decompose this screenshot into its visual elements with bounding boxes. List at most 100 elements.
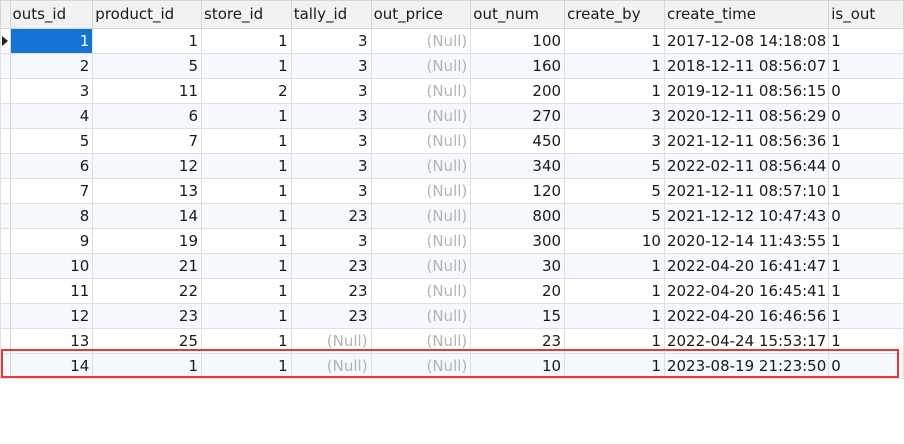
table-cell[interactable]: 2018-12-11 08:56:07 <box>663 53 830 79</box>
table-cell[interactable]: 1 <box>828 328 904 354</box>
table-row[interactable]: 5 7 1 3 (Null) 450 3 2021-12-11 08:56:36 1 <box>0 128 904 154</box>
table-cell[interactable]: 11 <box>9 278 94 304</box>
table-cell[interactable]: 10 <box>9 253 94 279</box>
table-cell[interactable]: 1 <box>201 178 292 204</box>
table-cell[interactable]: 2022-04-20 16:41:47 <box>663 253 830 279</box>
table-cell[interactable]: 160 <box>470 53 566 79</box>
table-cell[interactable]: 1 <box>9 28 94 54</box>
column-header[interactable]: product_id <box>92 0 203 29</box>
table-cell[interactable]: 23 <box>470 328 566 354</box>
table-cell[interactable]: 2 <box>9 53 94 79</box>
table-cell[interactable]: 1 <box>828 128 904 154</box>
table-cell[interactable]: 2 <box>201 78 292 104</box>
table-cell[interactable]: 1 <box>828 28 904 54</box>
table-cell[interactable]: 9 <box>9 228 94 254</box>
row-header[interactable] <box>0 53 11 79</box>
table-row[interactable]: 13 25 1 (Null) (Null) 23 1 2022-04-24 15:53:17 1 <box>0 328 904 354</box>
table-cell[interactable]: 3 <box>290 228 372 254</box>
table-cell[interactable]: 3 <box>9 78 94 104</box>
table-row[interactable]: 1 1 1 3 (Null) 100 1 2017-12-08 14:18:08 1 <box>0 28 904 54</box>
table-cell[interactable]: (Null) <box>370 328 472 354</box>
table-cell[interactable]: 2021-12-11 08:57:10 <box>663 178 830 204</box>
table-cell[interactable]: 2021-12-11 08:56:36 <box>663 128 830 154</box>
table-cell[interactable]: 3 <box>564 103 665 129</box>
table-cell[interactable]: 1 <box>201 53 292 79</box>
table-cell[interactable]: (Null) <box>370 353 472 379</box>
table-cell[interactable]: 1 <box>201 328 292 354</box>
row-header[interactable] <box>0 253 11 279</box>
row-header[interactable] <box>0 153 11 179</box>
table-cell[interactable]: 5 <box>564 153 665 179</box>
table-row[interactable]: 14 1 1 (Null) (Null) 10 1 2023-08-19 21:23:50 0 <box>0 353 904 379</box>
table-cell[interactable]: 2017-12-08 14:18:08 <box>663 28 830 54</box>
table-row[interactable]: 2 5 1 3 (Null) 160 1 2018-12-11 08:56:07 1 <box>0 53 904 79</box>
table-row[interactable]: 12 23 1 23 (Null) 15 1 2022-04-20 16:46:56 1 <box>0 303 904 329</box>
row-header[interactable] <box>0 353 11 379</box>
table-cell[interactable]: 1 <box>828 253 904 279</box>
table-cell[interactable]: 1 <box>201 153 292 179</box>
row-header[interactable] <box>0 28 11 54</box>
table-cell[interactable]: 3 <box>290 153 372 179</box>
table-cell[interactable]: 2021-12-12 10:47:43 <box>663 203 830 229</box>
table-cell[interactable]: 1 <box>201 128 292 154</box>
table-cell[interactable]: 10 <box>564 228 665 254</box>
table-cell[interactable]: 340 <box>470 153 566 179</box>
table-cell[interactable]: 13 <box>92 178 203 204</box>
table-cell[interactable]: 1 <box>828 278 904 304</box>
table-cell[interactable]: 3 <box>290 53 372 79</box>
table-cell[interactable]: 15 <box>470 303 566 329</box>
row-header[interactable] <box>0 303 11 329</box>
table-cell[interactable]: 1 <box>828 228 904 254</box>
table-cell[interactable]: 1 <box>201 278 292 304</box>
table-cell[interactable]: 1 <box>564 253 665 279</box>
table-row[interactable]: 10 21 1 23 (Null) 30 1 2022-04-20 16:41:47 1 <box>0 253 904 279</box>
table-cell[interactable]: (Null) <box>370 178 472 204</box>
table-cell[interactable]: 0 <box>828 153 904 179</box>
table-cell[interactable]: 1 <box>92 353 203 379</box>
table-cell[interactable]: (Null) <box>370 103 472 129</box>
table-cell[interactable]: (Null) <box>370 303 472 329</box>
table-cell[interactable]: 2019-12-11 08:56:15 <box>663 78 830 104</box>
table-cell[interactable]: 5 <box>564 203 665 229</box>
table-cell[interactable]: 1 <box>201 253 292 279</box>
table-cell[interactable]: 270 <box>470 103 566 129</box>
table-cell[interactable]: 6 <box>92 103 203 129</box>
table-cell[interactable]: 0 <box>828 78 904 104</box>
table-cell[interactable]: 2022-02-11 08:56:44 <box>663 153 830 179</box>
table-cell[interactable]: 1 <box>201 203 292 229</box>
table-cell[interactable]: 0 <box>828 203 904 229</box>
row-header[interactable] <box>0 328 11 354</box>
table-cell[interactable]: 23 <box>92 303 203 329</box>
table-cell[interactable]: 21 <box>92 253 203 279</box>
column-header[interactable]: outs_id <box>9 0 94 29</box>
table-cell[interactable]: 1 <box>92 28 203 54</box>
table-cell[interactable]: (Null) <box>370 53 472 79</box>
table-cell[interactable]: 2022-04-20 16:46:56 <box>663 303 830 329</box>
table-cell[interactable]: 0 <box>828 103 904 129</box>
table-cell[interactable]: 0 <box>828 353 904 379</box>
table-cell[interactable]: (Null) <box>370 278 472 304</box>
table-row[interactable]: 11 22 1 23 (Null) 20 1 2022-04-20 16:45:41 1 <box>0 278 904 304</box>
table-cell[interactable]: 23 <box>290 278 372 304</box>
row-header[interactable] <box>0 203 11 229</box>
table-cell[interactable]: (Null) <box>370 78 472 104</box>
column-header[interactable]: out_num <box>470 0 566 29</box>
table-cell[interactable]: 1 <box>201 28 292 54</box>
table-cell[interactable]: 4 <box>9 103 94 129</box>
table-cell[interactable]: 12 <box>9 303 94 329</box>
table-cell[interactable]: (Null) <box>370 153 472 179</box>
table-cell[interactable]: 6 <box>9 153 94 179</box>
table-cell[interactable]: 1 <box>564 303 665 329</box>
table-row[interactable]: 8 14 1 23 (Null) 800 5 2021-12-12 10:47:43 0 <box>0 203 904 229</box>
table-cell[interactable]: 1 <box>201 353 292 379</box>
table-cell[interactable]: (Null) <box>370 228 472 254</box>
table-cell[interactable]: 300 <box>470 228 566 254</box>
table-row[interactable]: 9 19 1 3 (Null) 300 10 2020-12-14 11:43:55 1 <box>0 228 904 254</box>
table-cell[interactable]: 3 <box>290 128 372 154</box>
table-cell[interactable]: 1 <box>564 78 665 104</box>
table-cell[interactable]: 14 <box>9 353 94 379</box>
table-cell[interactable]: 1 <box>828 303 904 329</box>
table-cell[interactable]: 450 <box>470 128 566 154</box>
table-cell[interactable]: 23 <box>290 303 372 329</box>
table-cell[interactable]: 800 <box>470 203 566 229</box>
